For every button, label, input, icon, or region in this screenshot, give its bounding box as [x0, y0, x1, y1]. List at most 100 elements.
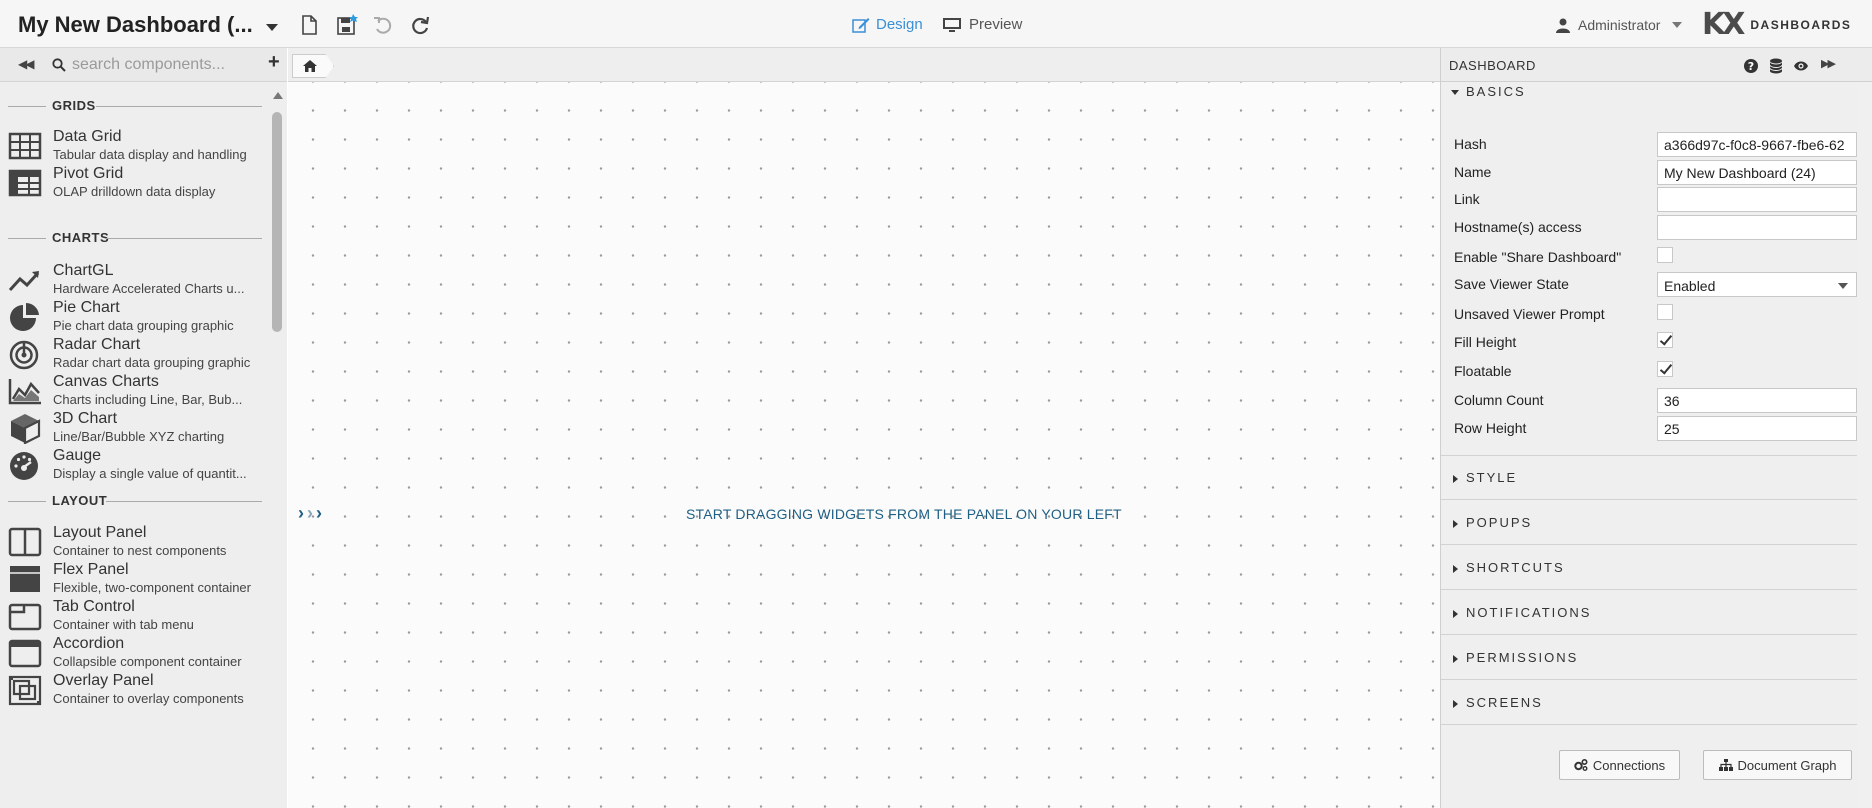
component-gauge[interactable]: Gauge Display a single value of quantit.… [0, 443, 268, 485]
properties-scrollbar[interactable] [1857, 82, 1872, 808]
section-screens[interactable]: SCREENS [1441, 681, 1857, 725]
column-count-field[interactable] [1657, 388, 1857, 413]
component-name: Data Grid [53, 128, 122, 145]
component-flex-panel[interactable]: Flex Panel Flexible, two-component conta… [0, 557, 268, 599]
component-layout-panel[interactable]: Layout Panel Container to nest component… [0, 520, 268, 562]
section-shortcuts[interactable]: SHORTCUTS [1441, 546, 1857, 590]
section-basics[interactable]: BASICS [1441, 70, 1857, 114]
collapse-left-icon[interactable]: ◀◀ [18, 57, 35, 71]
component-name: ChartGL [53, 262, 114, 279]
prop-label: Link [1454, 191, 1480, 207]
radar-icon [9, 340, 39, 370]
link-field[interactable] [1657, 187, 1857, 212]
caret-down-icon [1672, 22, 1683, 28]
caret-right-icon [1453, 520, 1458, 528]
section-label: LAYOUT [52, 493, 108, 508]
preview-mode-button[interactable]: Preview [942, 16, 1022, 33]
top-toolbar: My New Dashboard (... Design Preview Adm… [0, 0, 1872, 48]
section-style[interactable]: STYLE [1441, 456, 1857, 500]
name-field[interactable] [1657, 160, 1857, 185]
section-label: GRIDS [52, 98, 96, 113]
refresh-icon[interactable] [409, 14, 431, 36]
component-description: Charts including Line, Bar, Bub... [53, 392, 243, 407]
prop-unsaved-viewer-prompt: Unsaved Viewer Prompt [1441, 300, 1857, 328]
component-chartgl[interactable]: ChartGL Hardware Accelerated Charts u... [0, 258, 268, 300]
sitemap-icon [1718, 759, 1733, 771]
component-description: Pie chart data grouping graphic [53, 318, 234, 333]
dashboard-canvas[interactable]: ››› START DRAGGING WIDGETS FROM THE PANE… [288, 82, 1440, 808]
unsaved-viewer-prompt-checkbox[interactable] [1657, 304, 1673, 320]
component-name: Overlay Panel [53, 672, 154, 689]
component-name: Tab Control [53, 598, 135, 615]
caret-right-icon [1453, 655, 1458, 663]
component-pie-chart[interactable]: Pie Chart Pie chart data grouping graphi… [0, 295, 268, 337]
component-name: Pivot Grid [53, 165, 124, 182]
chevron-down-icon[interactable] [266, 24, 278, 31]
tab-control-icon [8, 603, 42, 631]
add-component-button[interactable]: + [268, 51, 280, 74]
save-icon[interactable] [336, 14, 358, 36]
button-label: Document Graph [1737, 757, 1837, 773]
save-viewer-state-select[interactable]: Enabled [1657, 272, 1857, 297]
section-popups[interactable]: POPUPS [1441, 501, 1857, 545]
component-panel: ◀◀ + GRIDS Data Grid Tabular data displa… [0, 48, 287, 808]
fill-height-checkbox[interactable] [1657, 332, 1673, 348]
component-description: Container with tab menu [53, 617, 194, 632]
pie-chart-icon [10, 302, 39, 331]
component-description: Container to nest components [53, 543, 227, 558]
home-icon [303, 60, 317, 72]
section-permissions[interactable]: PERMISSIONS [1441, 636, 1857, 680]
new-document-icon[interactable] [298, 14, 320, 36]
component-radar-chart[interactable]: Radar Chart Radar chart data grouping gr… [0, 332, 268, 374]
component-pivot-grid[interactable]: Pivot Grid OLAP drilldown data display [0, 161, 268, 203]
prop-label: Row Height [1454, 420, 1527, 436]
user-menu[interactable]: Administrator [1556, 17, 1683, 33]
prop-label: Unsaved Viewer Prompt [1454, 306, 1605, 322]
dashboard-title[interactable]: My New Dashboard (... [18, 12, 253, 38]
prop-row-height: Row Height [1441, 414, 1857, 442]
hash-field[interactable] [1657, 132, 1857, 157]
caret-right-icon [1453, 700, 1458, 708]
component-tab-control[interactable]: Tab Control Container with tab menu [0, 594, 268, 636]
component-name: Gauge [53, 447, 102, 464]
prop-label: Hostname(s) access [1454, 219, 1582, 235]
home-breadcrumb[interactable] [292, 54, 334, 78]
layout-panel-icon [8, 527, 42, 557]
prop-label: Name [1454, 164, 1492, 180]
scroll-up-icon[interactable] [273, 92, 283, 99]
component-description: Flexible, two-component container [53, 580, 251, 595]
design-mode-button[interactable]: Design [852, 16, 923, 33]
hostname-field[interactable] [1657, 215, 1857, 240]
connections-button[interactable]: Connections [1559, 750, 1680, 780]
prop-hostname: Hostname(s) access [1441, 213, 1857, 241]
prop-fill-height: Fill Height [1441, 328, 1857, 356]
component-data-grid[interactable]: Data Grid Tabular data display and handl… [0, 124, 268, 166]
search-input[interactable] [72, 54, 264, 76]
component-list-scrollbar[interactable] [268, 82, 287, 808]
component-overlay-panel[interactable]: Overlay Panel Container to overlay compo… [0, 668, 268, 710]
component-description: Line/Bar/Bubble XYZ charting [53, 429, 225, 444]
select-value: Enabled [1664, 278, 1716, 294]
prop-label: Floatable [1454, 363, 1512, 379]
component-accordion[interactable]: Accordion Collapsible component containe… [0, 631, 268, 673]
component-canvas-charts[interactable]: Canvas Charts Charts including Line, Bar… [0, 369, 268, 411]
brand-logo: KX DASHBOARDS [1702, 10, 1851, 40]
share-dashboard-checkbox[interactable] [1657, 247, 1673, 263]
design-label: Design [876, 16, 923, 33]
component-name: Accordion [53, 635, 125, 652]
section-notifications[interactable]: NOTIFICATIONS [1441, 591, 1857, 635]
row-height-field[interactable] [1657, 416, 1857, 441]
section-label: PERMISSIONS [1466, 650, 1579, 665]
user-name: Administrator [1578, 17, 1661, 33]
document-graph-button[interactable]: Document Graph [1703, 750, 1852, 780]
prop-name: Name [1441, 158, 1857, 186]
undo-icon[interactable] [372, 14, 394, 36]
caret-down-icon [1451, 90, 1459, 95]
breadcrumb [288, 48, 1440, 82]
floatable-checkbox[interactable] [1657, 361, 1673, 377]
component-3d-chart[interactable]: 3D Chart Line/Bar/Bubble XYZ charting [0, 406, 268, 448]
component-list: GRIDS Data Grid Tabular data display and… [0, 82, 268, 808]
prop-label: Enable "Share Dashboard" [1454, 249, 1622, 265]
scrollbar-thumb[interactable] [272, 112, 282, 332]
user-icon [1556, 18, 1570, 33]
